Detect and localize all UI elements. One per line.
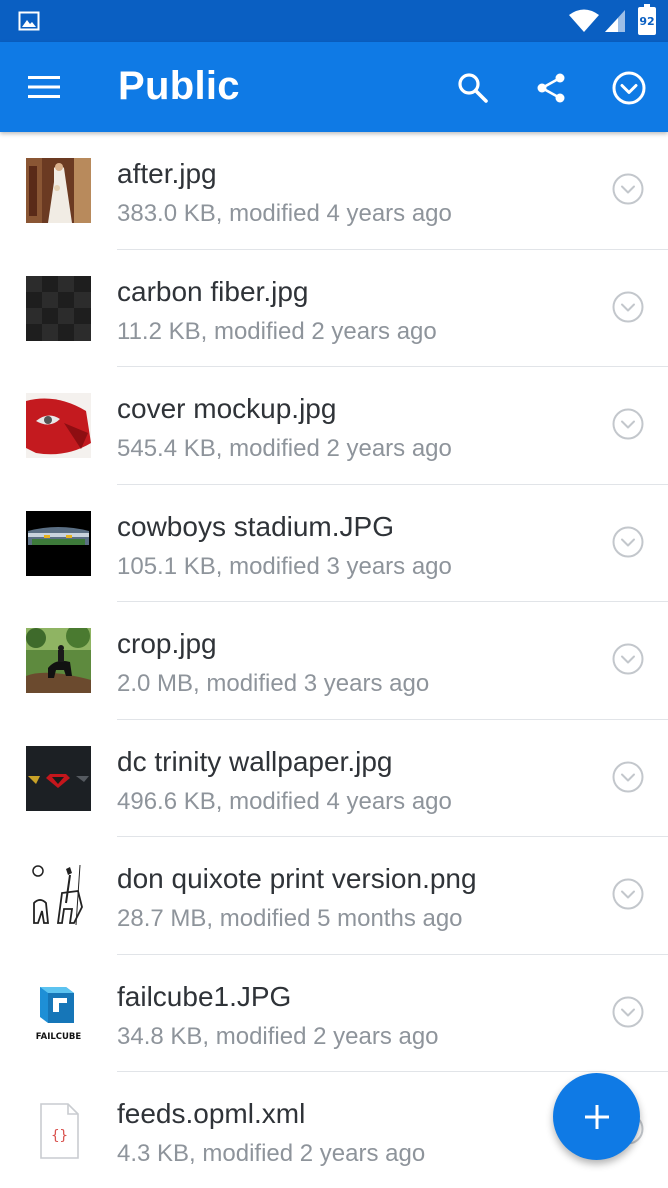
file-name: after.jpg	[117, 158, 217, 189]
file-meta: 11.2 KB, modified 2 years ago	[117, 317, 437, 345]
select-file-icon[interactable]	[611, 525, 645, 559]
file-row[interactable]: dc trinity wallpaper.jpg 496.6 KB, modif…	[0, 720, 668, 837]
select-all-icon	[612, 71, 646, 105]
file-name: don quixote print version.png	[117, 863, 477, 894]
file-row[interactable]: cover mockup.jpg 545.4 KB, modified 2 ye…	[0, 367, 668, 485]
page-title: Public	[118, 64, 240, 108]
select-file-icon[interactable]	[611, 760, 645, 794]
thumbnail-horse-rider	[26, 628, 91, 693]
select-file-icon[interactable]	[611, 642, 645, 676]
file-name: carbon fiber.jpg	[117, 275, 309, 307]
menu-icon	[28, 76, 60, 98]
file-name: failcube1.JPG	[117, 980, 292, 1012]
code-file-icon: {}	[26, 1098, 91, 1163]
thumbnail-wedding-photo	[26, 158, 91, 223]
cell-signal-icon	[605, 10, 625, 32]
file-meta: 383.0 KB, modified 4 years ago	[117, 200, 452, 227]
file-row[interactable]: carbon fiber.jpg 11.2 KB, modified 2 yea…	[0, 250, 668, 367]
file-meta: 4.3 KB, modified 2 years ago	[117, 1140, 426, 1167]
code-braces-text: {}	[51, 1128, 68, 1144]
search-button[interactable]	[451, 66, 495, 110]
battery-icon: 92	[638, 4, 656, 35]
app-bar: Public	[0, 42, 668, 132]
share-button[interactable]	[529, 66, 573, 110]
file-name: cowboys stadium.JPG	[117, 510, 394, 542]
file-name: crop.jpg	[117, 628, 217, 659]
select-all-button[interactable]	[607, 66, 651, 110]
share-icon	[537, 73, 565, 103]
image-notification-icon	[18, 11, 40, 31]
menu-button[interactable]	[20, 67, 70, 107]
file-name: cover mockup.jpg	[117, 393, 337, 424]
battery-level: 92	[639, 14, 655, 28]
thumbnail-red-mask	[26, 393, 91, 458]
file-list: after.jpg 383.0 KB, modified 4 years ago…	[0, 132, 668, 1188]
select-file-icon[interactable]	[611, 877, 645, 911]
file-name: dc trinity wallpaper.jpg	[117, 745, 393, 777]
plus-icon	[584, 1104, 609, 1129]
file-meta: 545.4 KB, modified 2 years ago	[117, 435, 452, 462]
file-meta: 496.6 KB, modified 4 years ago	[117, 787, 452, 815]
file-row[interactable]: after.jpg 383.0 KB, modified 4 years ago	[0, 132, 668, 250]
search-icon	[458, 73, 488, 103]
file-meta: 28.7 MB, modified 5 months ago	[117, 905, 463, 932]
failcube-logo-text: FAILCUBE	[36, 1032, 82, 1042]
file-meta: 105.1 KB, modified 3 years ago	[117, 552, 452, 580]
select-file-icon[interactable]	[611, 407, 645, 441]
thumbnail-stadium	[26, 510, 91, 576]
select-file-icon[interactable]	[611, 995, 645, 1029]
file-name: feeds.opml.xml	[117, 1098, 306, 1129]
file-row[interactable]: cowboys stadium.JPG 105.1 KB, modified 3…	[0, 485, 668, 602]
thumbnail-failcube-logo: FAILCUBE	[26, 980, 91, 1046]
file-meta: 34.8 KB, modified 2 years ago	[117, 1022, 439, 1050]
file-row[interactable]: FAILCUBE failcube1.JPG 34.8 KB, modified…	[0, 955, 668, 1072]
wifi-icon	[569, 9, 599, 32]
add-button[interactable]	[553, 1073, 640, 1160]
status-bar: 92	[0, 0, 668, 42]
thumbnail-don-quixote-sketch	[26, 863, 91, 928]
select-file-icon[interactable]	[611, 290, 645, 324]
thumbnail-carbon-fiber	[26, 275, 91, 341]
file-meta: 2.0 MB, modified 3 years ago	[117, 670, 430, 697]
select-file-icon[interactable]	[611, 172, 645, 206]
file-row[interactable]: crop.jpg 2.0 MB, modified 3 years ago	[0, 602, 668, 720]
file-row[interactable]: don quixote print version.png 28.7 MB, m…	[0, 837, 668, 955]
thumbnail-dc-logos	[26, 745, 91, 811]
